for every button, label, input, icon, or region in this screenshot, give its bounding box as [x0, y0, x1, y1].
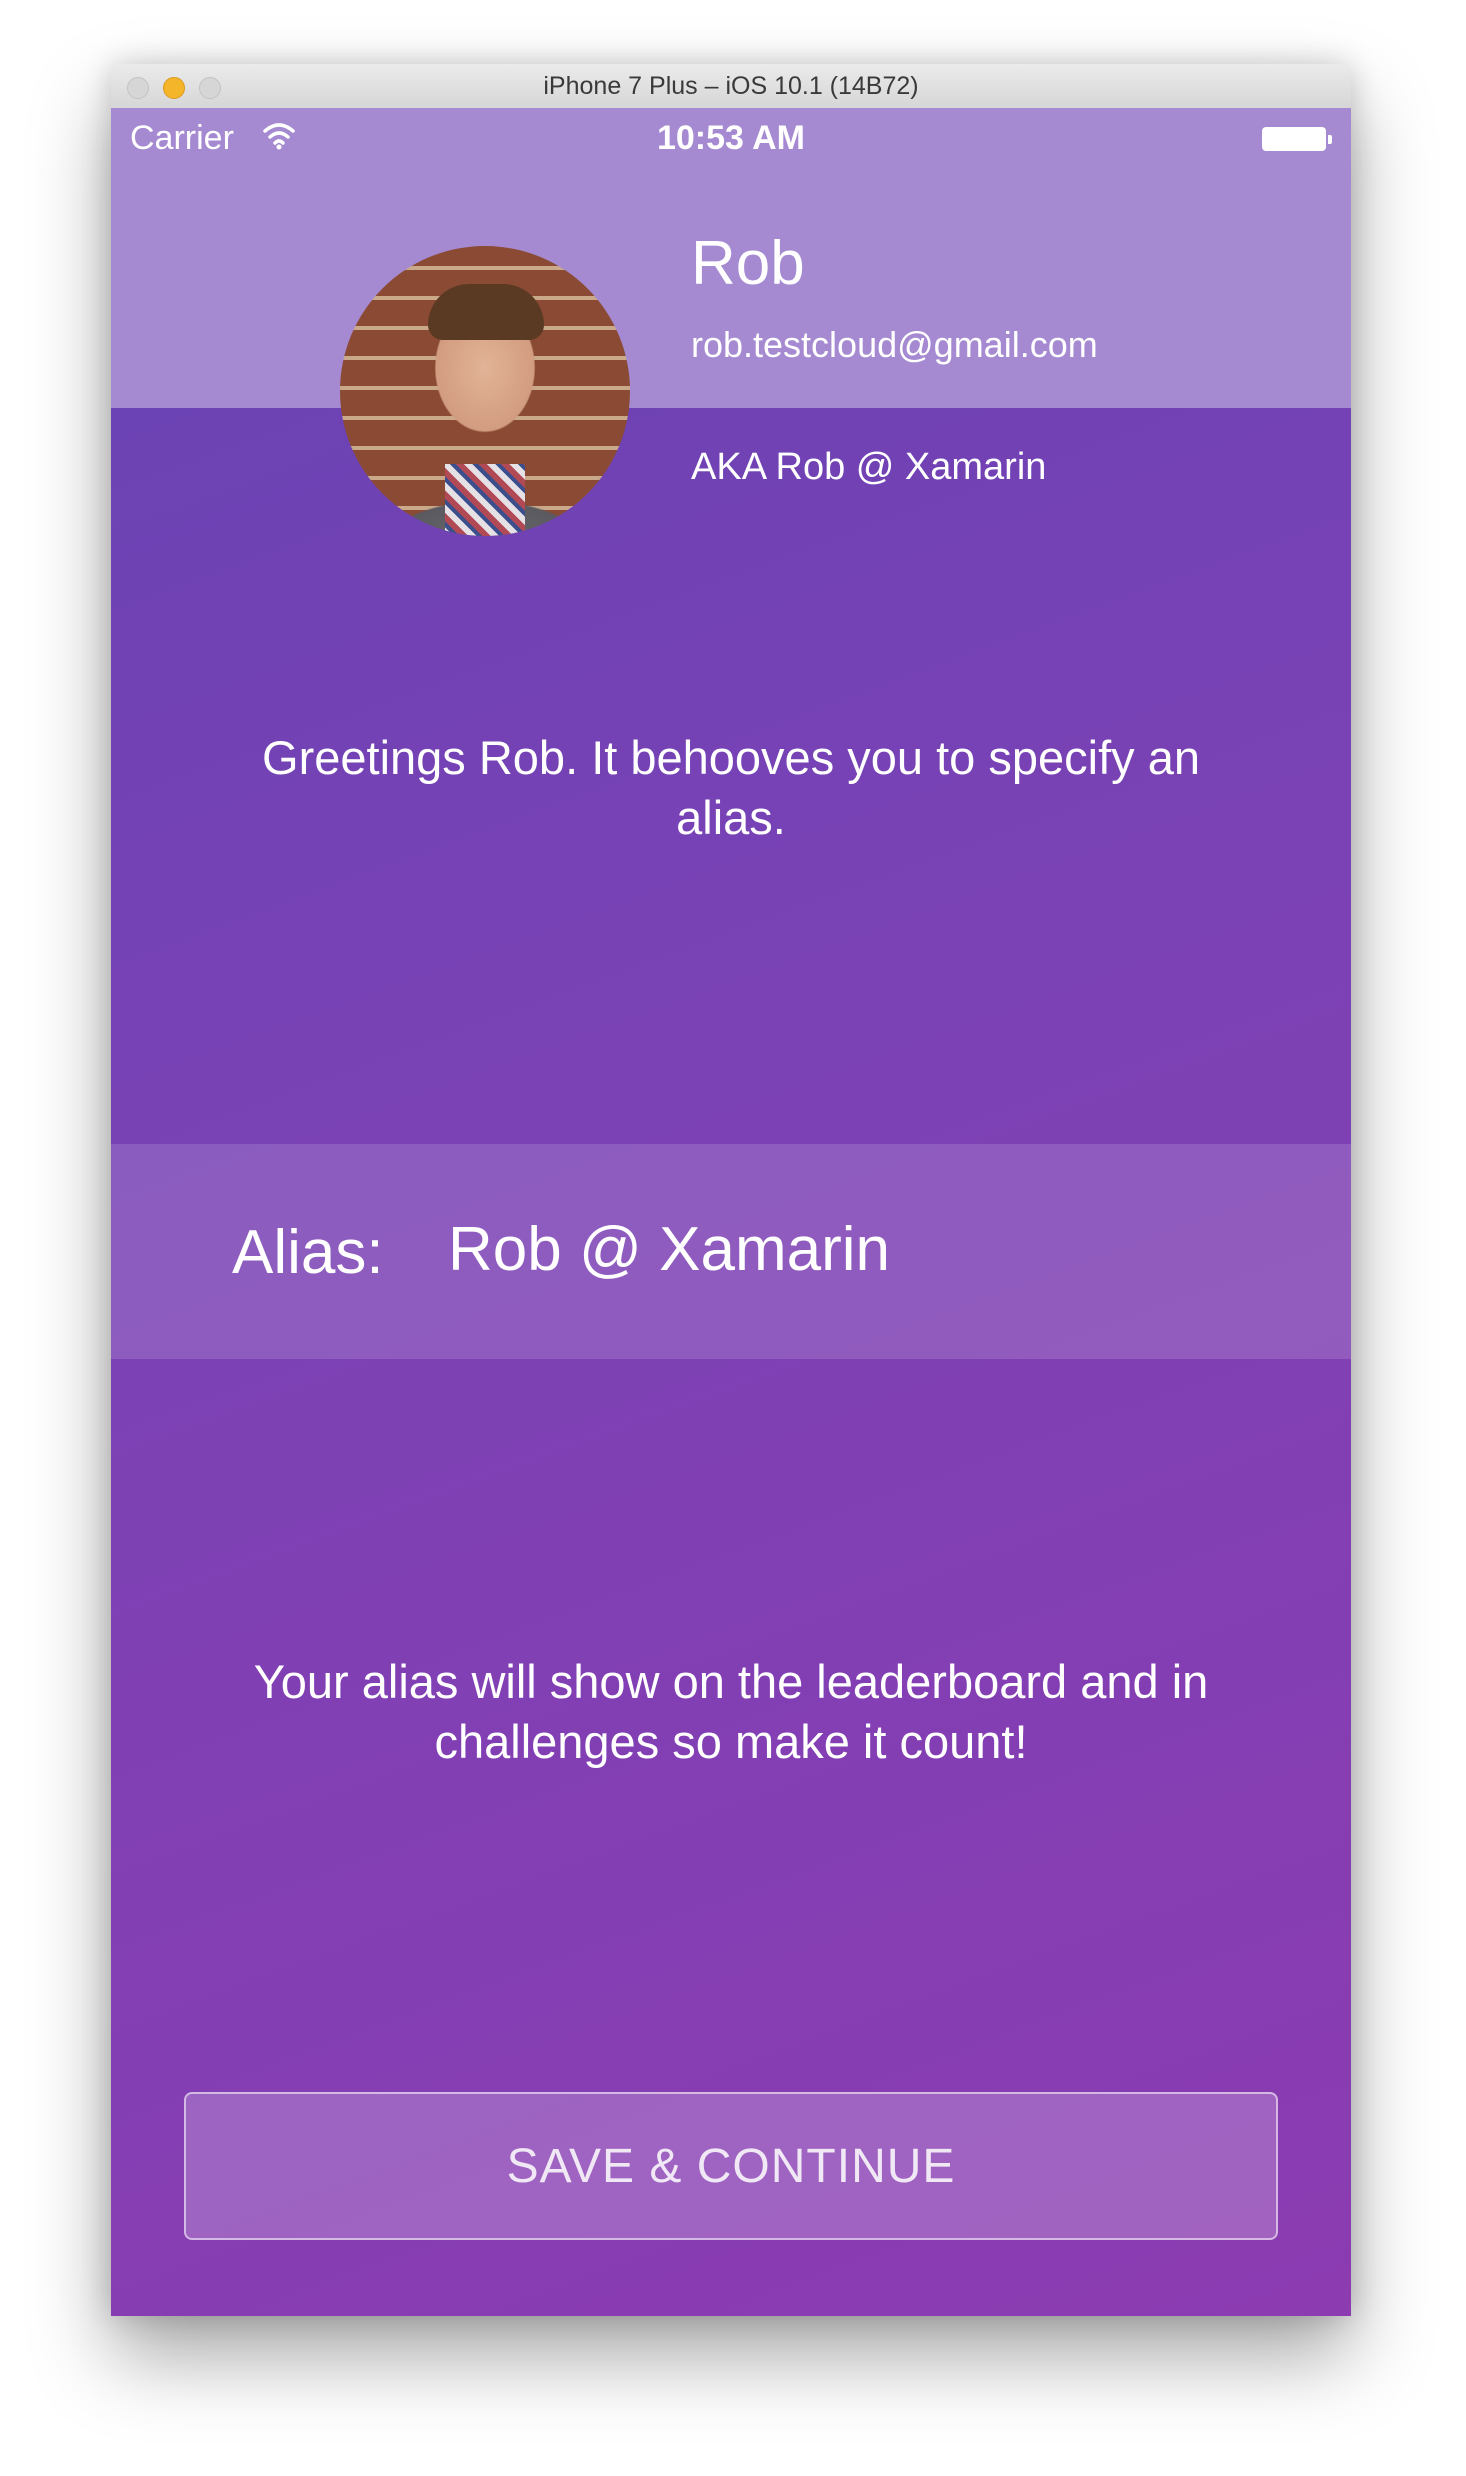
status-time: 10:53 AM — [656, 119, 806, 157]
simulator-window: iPhone 7 Plus – iOS 10.1 (14B72) Carrier… — [111, 64, 1351, 2316]
alias-info-text: Your alias will show on the leaderboard … — [253, 1655, 1209, 1768]
greeting-text: Greetings Rob. It behooves you to specif… — [262, 731, 1200, 844]
avatar-hair — [428, 284, 544, 340]
profile-aka: AKA Rob @ Xamarin — [691, 446, 1047, 488]
alias-row: Alias: — [111, 1144, 1351, 1359]
alias-label: Alias: — [232, 1218, 384, 1287]
status-bar: Carrier 10:53 AM — [111, 108, 1351, 168]
app-screen: Carrier 10:53 AM Rob rob.testcloud@gmail… — [111, 108, 1351, 2316]
alias-input[interactable] — [448, 1204, 1248, 1294]
window-titlebar: iPhone 7 Plus – iOS 10.1 (14B72) — [111, 64, 1351, 109]
battery-icon — [1262, 127, 1332, 151]
window-title: iPhone 7 Plus – iOS 10.1 (14B72) — [543, 72, 919, 100]
profile-email: rob.testcloud@gmail.com — [691, 324, 1098, 365]
avatar — [340, 246, 630, 536]
profile-name: Rob — [691, 229, 805, 298]
avatar-shirt — [445, 464, 525, 536]
save-continue-button[interactable]: SAVE & CONTINUE — [184, 2092, 1278, 2240]
